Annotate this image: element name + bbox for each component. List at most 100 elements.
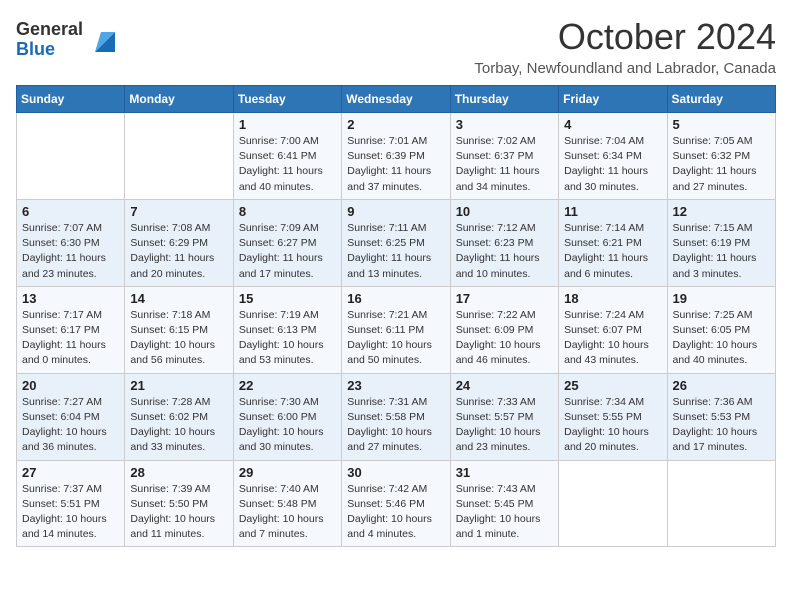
day-of-week-header: Saturday <box>667 86 775 113</box>
calendar-cell: 12 Sunrise: 7:15 AM Sunset: 6:19 PM Dayli… <box>667 199 775 286</box>
calendar-cell: 7 Sunrise: 7:08 AM Sunset: 6:29 PM Daylig… <box>125 199 233 286</box>
calendar-cell: 21 Sunrise: 7:28 AM Sunset: 6:02 PM Dayli… <box>125 373 233 460</box>
day-number: 14 <box>130 291 227 306</box>
day-number: 29 <box>239 465 336 480</box>
day-number: 3 <box>456 117 553 132</box>
day-info: Sunrise: 7:31 AM Sunset: 5:58 PM Dayligh… <box>347 395 444 456</box>
calendar-cell: 24 Sunrise: 7:33 AM Sunset: 5:57 PM Dayli… <box>450 373 558 460</box>
day-info: Sunrise: 7:30 AM Sunset: 6:00 PM Dayligh… <box>239 395 336 456</box>
day-info: Sunrise: 7:04 AM Sunset: 6:34 PM Dayligh… <box>564 134 661 195</box>
calendar-cell: 6 Sunrise: 7:07 AM Sunset: 6:30 PM Daylig… <box>17 199 125 286</box>
calendar-cell <box>559 460 667 547</box>
calendar-cell: 22 Sunrise: 7:30 AM Sunset: 6:00 PM Dayli… <box>233 373 341 460</box>
calendar-week-row: 6 Sunrise: 7:07 AM Sunset: 6:30 PM Daylig… <box>17 199 776 286</box>
day-info: Sunrise: 7:15 AM Sunset: 6:19 PM Dayligh… <box>673 221 770 282</box>
calendar-cell: 23 Sunrise: 7:31 AM Sunset: 5:58 PM Dayli… <box>342 373 450 460</box>
day-of-week-header: Tuesday <box>233 86 341 113</box>
day-number: 28 <box>130 465 227 480</box>
calendar-week-row: 27Sunrise: 7:37 AM Sunset: 5:51 PM Dayli… <box>17 460 776 547</box>
calendar-cell: 14 Sunrise: 7:18 AM Sunset: 6:15 PM Dayli… <box>125 286 233 373</box>
day-number: 15 <box>239 291 336 306</box>
day-number: 25 <box>564 378 661 393</box>
day-number: 17 <box>456 291 553 306</box>
calendar-cell: 9 Sunrise: 7:11 AM Sunset: 6:25 PM Daylig… <box>342 199 450 286</box>
calendar-cell: 11 Sunrise: 7:14 AM Sunset: 6:21 PM Dayli… <box>559 199 667 286</box>
day-info: Sunrise: 7:34 AM Sunset: 5:55 PM Dayligh… <box>564 395 661 456</box>
day-info: Sunrise: 7:21 AM Sunset: 6:11 PM Dayligh… <box>347 308 444 369</box>
day-info: Sunrise: 7:36 AM Sunset: 5:53 PM Dayligh… <box>673 395 770 456</box>
day-info: Sunrise: 7:24 AM Sunset: 6:07 PM Dayligh… <box>564 308 661 369</box>
day-info: Sunrise: 7:12 AM Sunset: 6:23 PM Dayligh… <box>456 221 553 282</box>
calendar-cell: 10 Sunrise: 7:12 AM Sunset: 6:23 PM Dayli… <box>450 199 558 286</box>
page-header: General Blue October 2024 Torbay, Newfou… <box>16 16 776 77</box>
day-of-week-header: Wednesday <box>342 86 450 113</box>
calendar-cell: 17Sunrise: 7:22 AM Sunset: 6:09 PM Dayli… <box>450 286 558 373</box>
day-number: 1 <box>239 117 336 132</box>
day-number: 16 <box>347 291 444 306</box>
day-number: 26 <box>673 378 770 393</box>
day-info: Sunrise: 7:42 AM Sunset: 5:46 PM Dayligh… <box>347 482 444 543</box>
day-info: Sunrise: 7:25 AM Sunset: 6:05 PM Dayligh… <box>673 308 770 369</box>
day-number: 9 <box>347 204 444 219</box>
day-info: Sunrise: 7:18 AM Sunset: 6:15 PM Dayligh… <box>130 308 227 369</box>
day-info: Sunrise: 7:00 AM Sunset: 6:41 PM Dayligh… <box>239 134 336 195</box>
calendar-cell: 30 Sunrise: 7:42 AM Sunset: 5:46 PM Dayli… <box>342 460 450 547</box>
calendar-week-row: 13 Sunrise: 7:17 AM Sunset: 6:17 PM Dayli… <box>17 286 776 373</box>
logo: General Blue <box>16 20 119 60</box>
day-number: 21 <box>130 378 227 393</box>
calendar-cell: 27Sunrise: 7:37 AM Sunset: 5:51 PM Dayli… <box>17 460 125 547</box>
calendar-cell: 18Sunrise: 7:24 AM Sunset: 6:07 PM Dayli… <box>559 286 667 373</box>
calendar-cell <box>17 113 125 200</box>
day-number: 30 <box>347 465 444 480</box>
calendar-cell: 4 Sunrise: 7:04 AM Sunset: 6:34 PM Daylig… <box>559 113 667 200</box>
day-info: Sunrise: 7:40 AM Sunset: 5:48 PM Dayligh… <box>239 482 336 543</box>
day-number: 12 <box>673 204 770 219</box>
day-info: Sunrise: 7:27 AM Sunset: 6:04 PM Dayligh… <box>22 395 119 456</box>
day-number: 8 <box>239 204 336 219</box>
day-number: 2 <box>347 117 444 132</box>
day-info: Sunrise: 7:07 AM Sunset: 6:30 PM Dayligh… <box>22 221 119 282</box>
day-info: Sunrise: 7:17 AM Sunset: 6:17 PM Dayligh… <box>22 308 119 369</box>
day-number: 31 <box>456 465 553 480</box>
calendar-table: SundayMondayTuesdayWednesdayThursdayFrid… <box>16 85 776 547</box>
day-info: Sunrise: 7:02 AM Sunset: 6:37 PM Dayligh… <box>456 134 553 195</box>
calendar-cell: 16 Sunrise: 7:21 AM Sunset: 6:11 PM Dayli… <box>342 286 450 373</box>
day-number: 22 <box>239 378 336 393</box>
day-info: Sunrise: 7:09 AM Sunset: 6:27 PM Dayligh… <box>239 221 336 282</box>
calendar-week-row: 20 Sunrise: 7:27 AM Sunset: 6:04 PM Dayli… <box>17 373 776 460</box>
day-of-week-header: Sunday <box>17 86 125 113</box>
day-info: Sunrise: 7:39 AM Sunset: 5:50 PM Dayligh… <box>130 482 227 543</box>
day-info: Sunrise: 7:28 AM Sunset: 6:02 PM Dayligh… <box>130 395 227 456</box>
day-number: 10 <box>456 204 553 219</box>
day-number: 11 <box>564 204 661 219</box>
day-info: Sunrise: 7:01 AM Sunset: 6:39 PM Dayligh… <box>347 134 444 195</box>
calendar-cell: 31 Sunrise: 7:43 AM Sunset: 5:45 PM Dayli… <box>450 460 558 547</box>
day-info: Sunrise: 7:43 AM Sunset: 5:45 PM Dayligh… <box>456 482 553 543</box>
day-number: 13 <box>22 291 119 306</box>
day-info: Sunrise: 7:05 AM Sunset: 6:32 PM Dayligh… <box>673 134 770 195</box>
month-title: October 2024 <box>474 16 776 58</box>
day-of-week-header: Friday <box>559 86 667 113</box>
day-number: 7 <box>130 204 227 219</box>
title-block: October 2024 Torbay, Newfoundland and La… <box>474 16 776 77</box>
day-number: 24 <box>456 378 553 393</box>
calendar-cell: 28 Sunrise: 7:39 AM Sunset: 5:50 PM Dayli… <box>125 460 233 547</box>
calendar-cell: 13 Sunrise: 7:17 AM Sunset: 6:17 PM Dayli… <box>17 286 125 373</box>
calendar-cell: 15Sunrise: 7:19 AM Sunset: 6:13 PM Dayli… <box>233 286 341 373</box>
calendar-cell <box>125 113 233 200</box>
calendar-cell: 1 Sunrise: 7:00 AM Sunset: 6:41 PM Daylig… <box>233 113 341 200</box>
day-info: Sunrise: 7:11 AM Sunset: 6:25 PM Dayligh… <box>347 221 444 282</box>
day-info: Sunrise: 7:08 AM Sunset: 6:29 PM Dayligh… <box>130 221 227 282</box>
day-number: 20 <box>22 378 119 393</box>
calendar-cell: 3 Sunrise: 7:02 AM Sunset: 6:37 PM Daylig… <box>450 113 558 200</box>
day-number: 23 <box>347 378 444 393</box>
day-number: 19 <box>673 291 770 306</box>
day-number: 6 <box>22 204 119 219</box>
day-info: Sunrise: 7:33 AM Sunset: 5:57 PM Dayligh… <box>456 395 553 456</box>
day-info: Sunrise: 7:14 AM Sunset: 6:21 PM Dayligh… <box>564 221 661 282</box>
day-number: 4 <box>564 117 661 132</box>
logo-general-text: General <box>16 20 83 40</box>
day-info: Sunrise: 7:37 AM Sunset: 5:51 PM Dayligh… <box>22 482 119 543</box>
day-of-week-header: Thursday <box>450 86 558 113</box>
day-of-week-header: Monday <box>125 86 233 113</box>
